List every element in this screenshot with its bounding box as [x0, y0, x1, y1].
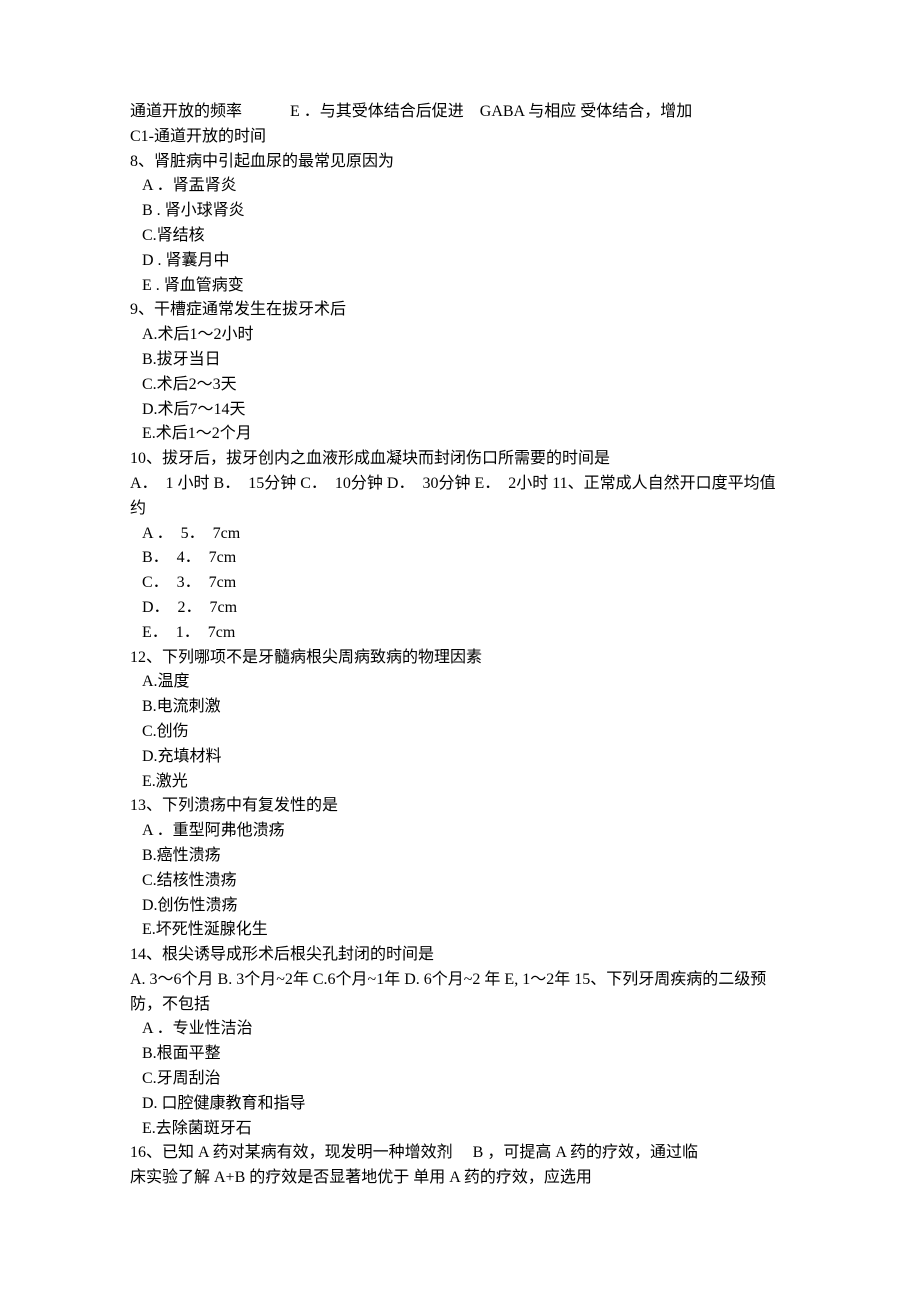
text-line: A ．专业性洁治 — [130, 1017, 790, 1042]
text-line: A ．重型阿弗他溃疡 — [130, 819, 790, 844]
text-line: A.温度 — [130, 670, 790, 695]
text-line: A． 1 小时 B． 15分钟 C． 10分钟 D． 30分钟 E． 2小时 1… — [130, 472, 790, 522]
text-line: B.根面平整 — [130, 1042, 790, 1067]
text-line: A ． 5． 7cm — [130, 522, 790, 547]
text-line: C.创伤 — [130, 720, 790, 745]
text-line: E.术后1～2个月 — [130, 422, 790, 447]
text-line: A. 3～6个月 B. 3个月~2年 C.6个月~1年 D. 6个月~2 年 E… — [130, 968, 790, 1018]
text-line: 9、干槽症通常发生在拔牙术后 — [130, 298, 790, 323]
text-line: D . 肾囊月中 — [130, 249, 790, 274]
text-line: B.癌性溃疡 — [130, 844, 790, 869]
text-line: 10、拔牙后，拔牙创内之血液形成血凝块而封闭伤口所需要的时间是 — [130, 447, 790, 472]
text-line: A ．肾盂肾炎 — [130, 174, 790, 199]
text-line: C． 3． 7cm — [130, 571, 790, 596]
text-line: B． 4． 7cm — [130, 546, 790, 571]
text-line: 13、下列溃疡中有复发性的是 — [130, 794, 790, 819]
text-line: 16、已知 A 药对某病有效，现发明一种增效剂 B ，可提高 A 药的疗效，通过… — [130, 1141, 790, 1166]
text-line: 8、肾脏病中引起血尿的最常见原因为 — [130, 150, 790, 175]
text-line: 12、下列哪项不是牙髓病根尖周病致病的物理因素 — [130, 646, 790, 671]
text-line: C.肾结核 — [130, 224, 790, 249]
text-line: 床实验了解 A+B 的疗效是否显著地优于 单用 A 药的疗效，应选用 — [130, 1166, 790, 1191]
text-line: B.电流刺激 — [130, 695, 790, 720]
text-line: C.牙周刮治 — [130, 1067, 790, 1092]
document-page: 通道开放的频率 E ．与其受体结合后促进 GABA 与相应 受体结合，增加C1-… — [0, 0, 920, 1251]
text-line: D.充填材料 — [130, 745, 790, 770]
text-line: C.术后2～3天 — [130, 373, 790, 398]
text-line: E.坏死性涎腺化生 — [130, 918, 790, 943]
text-line: A.术后1～2小时 — [130, 323, 790, 348]
text-line: E． 1． 7cm — [130, 621, 790, 646]
text-line: E . 肾血管病变 — [130, 274, 790, 299]
text-line: 14、根尖诱导成形术后根尖孔封闭的时间是 — [130, 943, 790, 968]
text-line: D. 口腔健康教育和指导 — [130, 1092, 790, 1117]
text-line: 通道开放的频率 E ．与其受体结合后促进 GABA 与相应 受体结合，增加 — [130, 100, 790, 125]
text-line: D． 2． 7cm — [130, 596, 790, 621]
text-line: D.术后7～14天 — [130, 398, 790, 423]
text-line: E.去除菌斑牙石 — [130, 1117, 790, 1142]
text-line: D.创伤性溃疡 — [130, 894, 790, 919]
text-line: E.激光 — [130, 770, 790, 795]
text-line: B.拔牙当日 — [130, 348, 790, 373]
text-line: C1-通道开放的时间 — [130, 125, 790, 150]
text-line: C.结核性溃疡 — [130, 869, 790, 894]
text-line: B . 肾小球肾炎 — [130, 199, 790, 224]
